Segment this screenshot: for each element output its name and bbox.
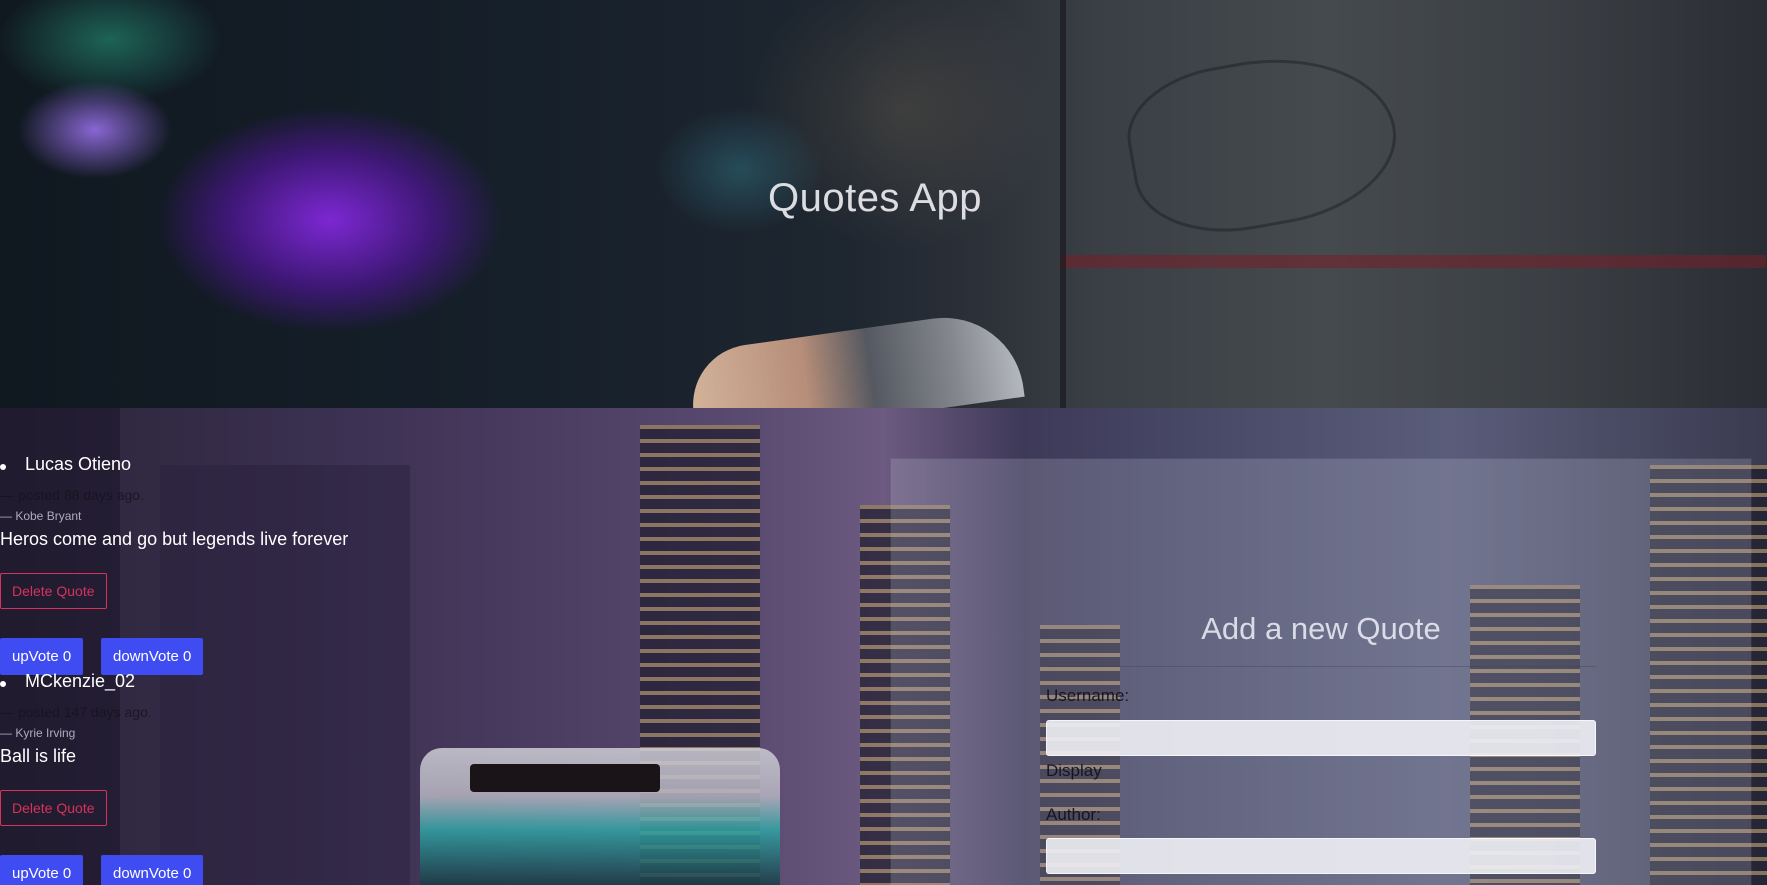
quote-item: Lucas Otieno — posted 88 days ago. — Kob…: [0, 454, 880, 675]
quote-username: Lucas Otieno: [25, 454, 132, 474]
downvote-button[interactable]: downVote 0: [101, 638, 204, 675]
upvote-button[interactable]: upVote 0: [0, 855, 84, 885]
bullet-icon: [0, 464, 6, 470]
username-label: Username:: [1046, 686, 1130, 705]
display-label: Display: [1046, 761, 1102, 780]
quote-author: — Kobe Bryant: [0, 509, 82, 523]
quote-text: Ball is life: [0, 746, 77, 766]
delete-quote-button[interactable]: Delete Quote: [0, 790, 107, 826]
add-quote-panel: Add a new Quote Username: Display Author…: [891, 459, 1751, 885]
quote-author: — Kyrie Irving: [0, 726, 76, 740]
upvote-button[interactable]: upVote 0: [0, 638, 84, 675]
hero-banner: Quotes App: [0, 0, 1767, 408]
panel-divider: [1046, 666, 1596, 667]
add-quote-title: Add a new Quote: [1201, 611, 1441, 646]
hero-background-hand: [685, 307, 1025, 408]
quote-list: Lucas Otieno — posted 88 days ago. — Kob…: [0, 454, 880, 885]
username-input[interactable]: [1046, 720, 1596, 756]
quote-item: MCkenzie_02 — posted 147 days ago. — Kyr…: [0, 671, 880, 885]
author-label: Author:: [1046, 805, 1101, 824]
quote-posted-time: — posted 88 days ago.: [0, 487, 144, 503]
quote-username: MCkenzie_02: [25, 671, 136, 691]
app-title: Quotes App: [767, 176, 983, 220]
delete-quote-button[interactable]: Delete Quote: [0, 573, 107, 609]
quote-text: Heros come and go but legends live forev…: [0, 529, 349, 549]
quote-posted-time: — posted 147 days ago.: [0, 704, 152, 720]
bullet-icon: [0, 681, 6, 687]
downvote-button[interactable]: downVote 0: [101, 855, 204, 885]
author-input[interactable]: [1046, 838, 1596, 874]
